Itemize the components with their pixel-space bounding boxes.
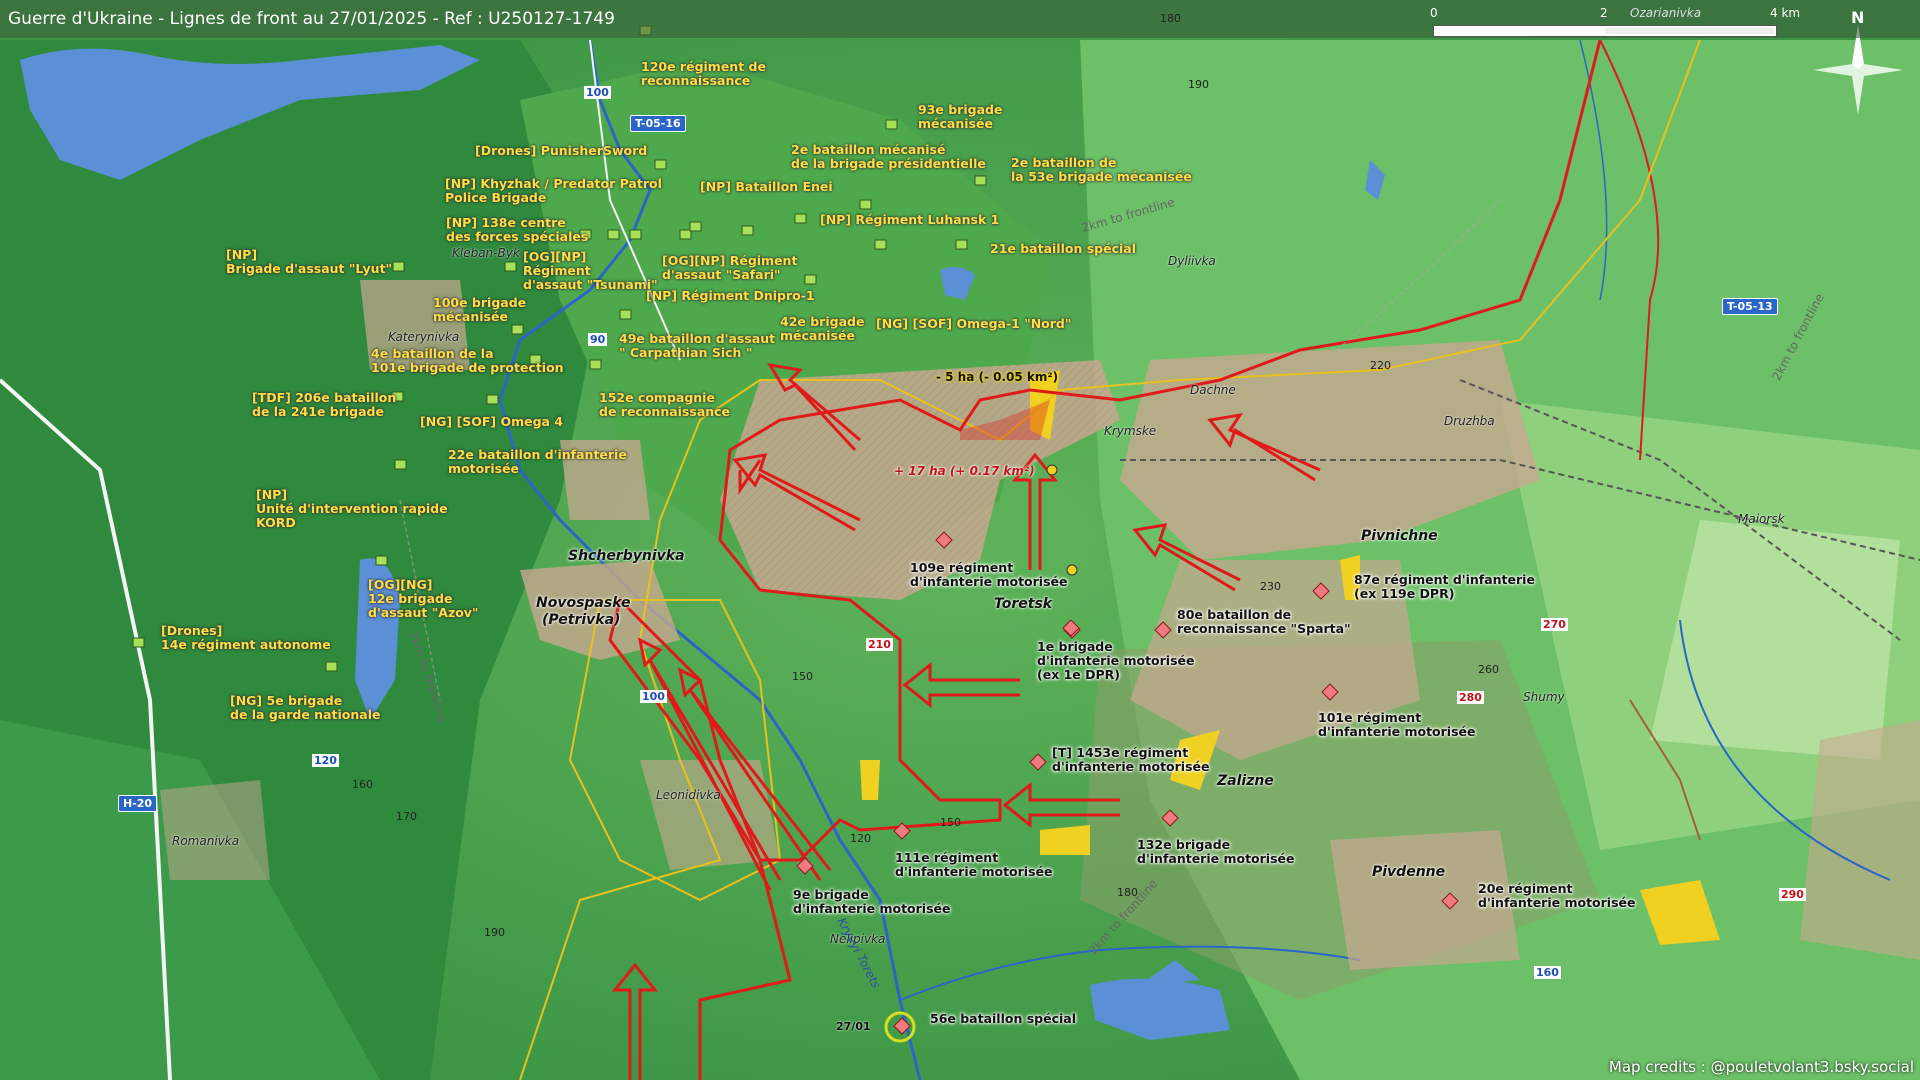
scale-tick-4: 4 km <box>1770 6 1801 20</box>
road-290: 290 <box>1779 888 1806 901</box>
town-petrivka: (Petrivka) <box>542 612 621 628</box>
town-pivnichne: Pivnichne <box>1361 528 1438 544</box>
road-160: 160 <box>1534 966 1561 979</box>
ua-unit-label[interactable]: [NP] Unité d'intervention rapide KORD <box>256 488 448 530</box>
ua-unit-label[interactable]: 22e bataillon d'infanterie motorisée <box>448 448 627 476</box>
ua-unit-label[interactable]: [NP] Brigade d'assaut "Lyut" <box>226 248 392 276</box>
elev: 260 <box>1478 663 1499 676</box>
ru-unit-label[interactable]: 109e régiment d'infanterie motorisée <box>910 561 1067 589</box>
ua-unit-label[interactable]: 42e brigade mécanisée <box>780 315 864 343</box>
date-marker: 27/01 <box>836 1020 871 1033</box>
road-210: 210 <box>866 638 893 651</box>
elev: 150 <box>792 670 813 683</box>
ru-unit-label[interactable]: 132e brigade d'infanterie motorisée <box>1137 838 1294 866</box>
ru-unit-label[interactable]: 101e régiment d'infanterie motorisée <box>1318 711 1475 739</box>
ua-unit-label[interactable]: [NG] [SOF] Omega 4 <box>420 415 563 429</box>
elev: 190 <box>484 926 505 939</box>
scale-place: Ozarianivka <box>1630 6 1702 20</box>
elev: 150 <box>940 816 961 829</box>
elev: 120 <box>850 832 871 845</box>
elev: 190 <box>1188 78 1209 91</box>
village-kleban: Kleban-Byk <box>452 246 520 260</box>
ua-unit-label[interactable]: [NG] [SOF] Omega-1 "Nord" <box>876 317 1071 331</box>
town-novospaske: Novospaske <box>536 595 631 611</box>
road-t0516: T-05-16 <box>630 115 686 132</box>
elev: 230 <box>1260 580 1281 593</box>
town-zalizne: Zalizne <box>1217 773 1274 789</box>
area-gain-label: + 17 ha (+ 0.17 km²) <box>894 464 1035 478</box>
village-krymske: Krymske <box>1104 424 1157 438</box>
village-leonidivka: Leonidivka <box>656 788 721 802</box>
road-280: 280 <box>1457 691 1484 704</box>
ru-unit-label[interactable]: 1e brigade d'infanterie motorisée (ex 1e D… <box>1037 640 1194 682</box>
elev: 160 <box>352 778 373 791</box>
ua-unit-label[interactable]: [NG] 5e brigade de la garde nationale <box>230 694 380 722</box>
ua-unit-label[interactable]: [NP] Khyzhak / Predator Patrol Police Bri… <box>445 177 662 205</box>
ru-unit-label[interactable]: 80e bataillon de reconnaissance "Sparta" <box>1177 608 1351 636</box>
north-label: N <box>1851 8 1865 27</box>
road-270: 270 <box>1541 618 1568 631</box>
ua-unit-label[interactable]: [NP] Régiment Luhansk 1 <box>820 213 999 227</box>
village-maiorsk: Maiorsk <box>1738 512 1785 526</box>
scale-bar: 0 2 4 km Ozarianivka <box>1430 6 1800 37</box>
scale-tick-0: 0 <box>1430 6 1438 20</box>
ua-unit-label[interactable]: 2e bataillon mécanisé de la brigade prési… <box>791 143 986 171</box>
ua-unit-label[interactable]: [NP] Régiment Dnipro-1 <box>646 289 815 303</box>
village-shumy: Shumy <box>1523 690 1565 704</box>
ua-unit-label[interactable]: [OG][NG] 12e brigade d'assaut "Azov" <box>368 578 478 620</box>
ru-unit-label[interactable]: 9e brigade d'infanterie motorisée <box>793 888 950 916</box>
ru-unit-label[interactable]: 87e régiment d'infanterie (ex 119e DPR) <box>1354 573 1535 601</box>
ua-unit-label[interactable]: 4e bataillon de la 101e brigade de protec… <box>371 347 564 375</box>
road-100b: 100 <box>640 690 667 703</box>
road-h20: H-20 <box>118 795 158 812</box>
ua-unit-label[interactable]: 21e bataillon spécial <box>990 242 1136 256</box>
ua-unit-label[interactable]: 152e compagnie de reconnaissance <box>599 391 730 419</box>
ua-unit-label[interactable]: [Drones] PunisherSword <box>475 144 647 158</box>
ua-unit-label[interactable]: [NP] Bataillon Enei <box>700 180 833 194</box>
road-120: 120 <box>312 754 339 767</box>
road-100a: 100 <box>584 86 611 99</box>
village-dachne: Dachne <box>1190 383 1236 397</box>
ru-unit-label[interactable]: 20e régiment d'infanterie motorisée <box>1478 882 1635 910</box>
ua-unit-label[interactable]: [OG][NP] Régiment d'assaut "Tsunami" <box>523 250 658 292</box>
ua-unit-label[interactable]: 93e brigade mécanisée <box>918 103 1002 131</box>
scale-tick-2: 2 <box>1600 6 1608 20</box>
road-90: 90 <box>588 333 608 346</box>
scale-bar-rect <box>1433 25 1777 37</box>
ua-unit-label[interactable]: [Drones] 14e régiment autonome <box>161 624 331 652</box>
town-shcherbynivka: Shcherbynivka <box>568 548 685 564</box>
map-title: Guerre d'Ukraine - Lignes de front au 27… <box>8 9 615 29</box>
town-pivdenne: Pivdenne <box>1372 864 1446 880</box>
ru-unit-label[interactable]: 56e bataillon spécial <box>930 1012 1076 1026</box>
ua-unit-label[interactable]: 100e brigade mécanisée <box>433 296 526 324</box>
ua-unit-label[interactable]: 2e bataillon de la 53e brigade mécanisée <box>1011 156 1192 184</box>
ua-unit-label[interactable]: 49e bataillon d'assaut " Carpathian Sich … <box>619 332 775 360</box>
ru-unit-label[interactable]: 111e régiment d'infanterie motorisée <box>895 851 1052 879</box>
town-toretsk: Toretsk <box>994 596 1053 612</box>
ua-unit-label[interactable]: 120e régiment de reconnaissance <box>641 60 766 88</box>
ru-unit-label[interactable]: [T] 1453e régiment d'infanterie motorisée <box>1052 746 1209 774</box>
ua-unit-label[interactable]: [TDF] 206e bataillon de la 241e brigade <box>252 391 396 419</box>
elev: 170 <box>396 810 417 823</box>
north-arrow: N <box>1818 8 1898 108</box>
ua-unit-label[interactable]: [OG][NP] Régiment d'assaut "Safari" <box>662 254 797 282</box>
road-t0513: T-05-13 <box>1722 298 1778 315</box>
village-katerynivka: Katerynivka <box>388 330 460 344</box>
map-canvas[interactable]: Guerre d'Ukraine - Lignes de front au 27… <box>0 0 1920 1080</box>
village-dyliivka: Dyliivka <box>1168 254 1216 268</box>
elev: 220 <box>1370 359 1391 372</box>
area-loss-label: - 5 ha (- 0.05 km²) <box>936 370 1059 384</box>
elev: 180 <box>1160 12 1181 25</box>
ua-unit-label[interactable]: [NP] 138e centre des forces spéciales <box>446 216 588 244</box>
village-druzhba: Druzhba <box>1444 414 1495 428</box>
map-credits[interactable]: Map credits : @pouletvolant3.bsky.social <box>1609 1058 1914 1076</box>
village-romanivka: Romanivka <box>172 834 240 848</box>
